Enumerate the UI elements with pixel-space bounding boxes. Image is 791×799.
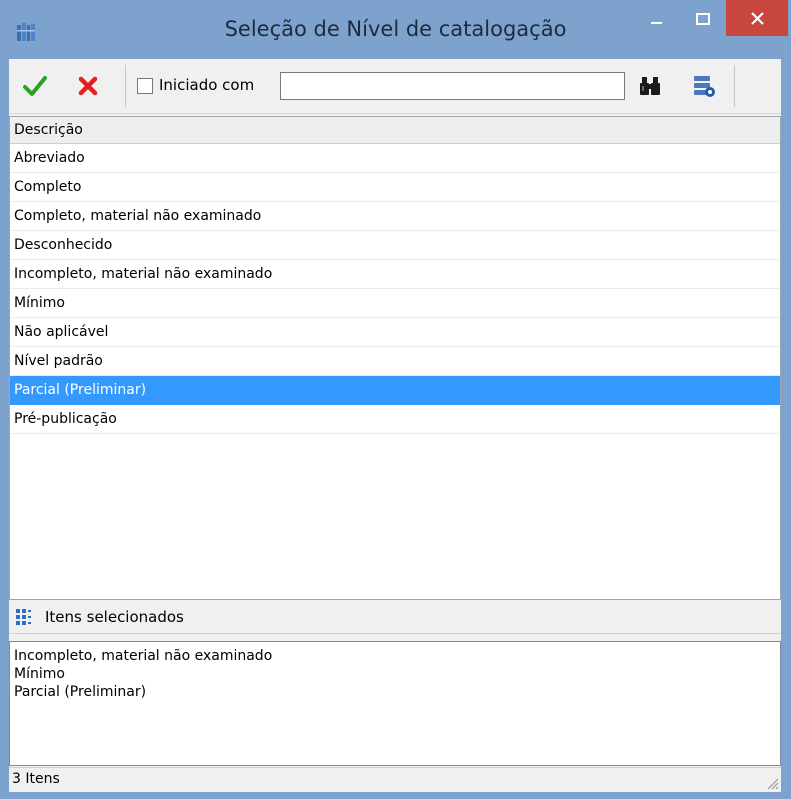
list-item[interactable]: Desconhecido [10, 231, 780, 260]
selected-items-header: Itens selecionados [9, 601, 781, 634]
check-icon [23, 76, 47, 96]
search-input[interactable] [280, 72, 625, 100]
dialog-client-area: Iniciado com Descrição Abreviado Complet… [9, 59, 781, 792]
selected-item: Parcial (Preliminar) [14, 684, 147, 700]
list-item-label: Completo, material não examinado [14, 208, 262, 224]
list-item-label: Não aplicável [14, 324, 109, 340]
list-item[interactable]: Não aplicável [10, 318, 780, 347]
list-item[interactable]: Completo [10, 173, 780, 202]
find-button[interactable] [636, 72, 664, 100]
toolbar-separator [125, 65, 126, 107]
list-item[interactable]: Incompleto, material não examinado [10, 260, 780, 289]
list-icon [16, 609, 31, 625]
minimize-icon [651, 22, 662, 24]
title-bar[interactable]: Seleção de Nível de catalogação [0, 0, 791, 59]
cancel-button[interactable] [74, 72, 102, 100]
starts-with-label: Iniciado com [159, 76, 255, 94]
description-grid: Descrição Abreviado Completo Completo, m… [9, 116, 781, 600]
minimize-button[interactable] [634, 0, 680, 38]
list-item[interactable]: Nível padrão [10, 347, 780, 376]
database-settings-icon [694, 76, 715, 97]
list-item-label: Pré-publicação [14, 411, 117, 427]
list-item[interactable]: Completo, material não examinado [10, 202, 780, 231]
selected-items-title: Itens selecionados [45, 608, 184, 626]
list-item-label: Nível padrão [14, 353, 103, 369]
list-item-label: Abreviado [14, 150, 85, 166]
confirm-button[interactable] [21, 72, 49, 100]
maximize-icon [696, 13, 710, 25]
dialog-window: Seleção de Nível de catalogação Iniciado… [0, 0, 791, 799]
list-item[interactable]: Mínimo [10, 289, 780, 318]
list-item-label: Completo [14, 179, 82, 195]
starts-with-checkbox[interactable] [137, 78, 153, 94]
x-icon [78, 76, 98, 96]
column-header-label: Descrição [14, 122, 83, 138]
maximize-button[interactable] [680, 0, 726, 38]
toolbar-separator [734, 65, 735, 107]
selected-item: Incompleto, material não examinado [14, 648, 273, 664]
list-item-label: Incompleto, material não examinado [14, 266, 273, 282]
list-item[interactable]: Abreviado [10, 144, 780, 173]
toolbar: Iniciado com [9, 59, 781, 114]
options-button[interactable] [690, 72, 718, 100]
close-button[interactable] [726, 0, 788, 36]
list-item-label: Desconhecido [14, 237, 113, 253]
close-icon [750, 11, 764, 25]
item-count: 3 Itens [12, 771, 60, 787]
list-item-label: Mínimo [14, 295, 65, 311]
resize-grip-icon[interactable] [765, 776, 779, 790]
list-item-label: Parcial (Preliminar) [14, 382, 147, 398]
column-header-description[interactable]: Descrição [10, 117, 780, 144]
list-item[interactable]: Pré-publicação [10, 405, 780, 434]
selected-item: Mínimo [14, 666, 65, 682]
status-bar: 3 Itens [9, 767, 781, 792]
binoculars-icon [640, 77, 660, 95]
selected-items-box[interactable]: Incompleto, material não examinado Mínim… [9, 641, 781, 766]
list-item-selected[interactable]: Parcial (Preliminar) [10, 376, 780, 405]
